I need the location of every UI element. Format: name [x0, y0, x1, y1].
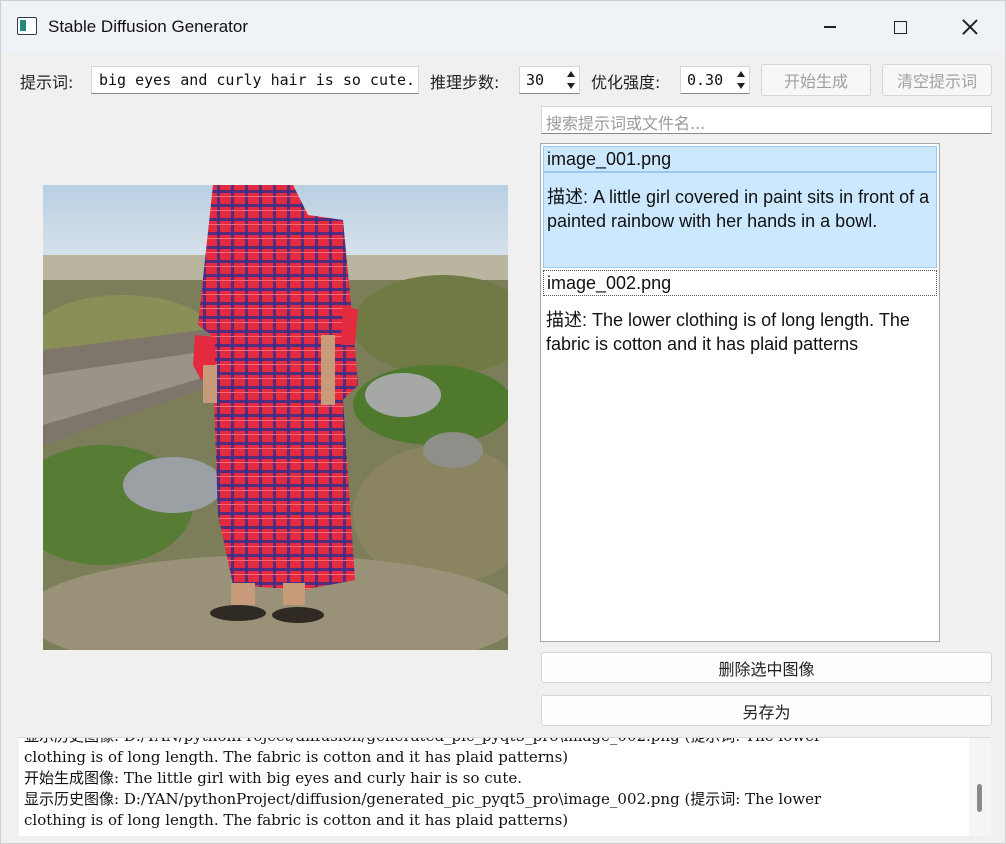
prompt-label: 提示词: [20, 73, 74, 92]
minimize-button[interactable] [795, 1, 865, 53]
log-line: clothing is of long length. The fabric i… [24, 748, 569, 766]
close-button[interactable] [935, 1, 1005, 53]
app-window-icon [17, 17, 37, 35]
list-item-description[interactable]: 描述: The lower clothing is of long length… [543, 296, 937, 368]
list-item-description[interactable]: 描述: A little girl covered in paint sits … [543, 172, 937, 268]
arrow-up-icon [737, 71, 745, 77]
steps-spinbox[interactable]: 30 [519, 66, 580, 94]
list-item-filename[interactable]: image_002.png [543, 270, 937, 296]
generated-image [43, 185, 508, 650]
strength-up-button[interactable] [734, 68, 748, 80]
minimize-icon [824, 26, 836, 28]
image-preview [43, 185, 508, 650]
maximize-icon [893, 20, 907, 34]
log-line: clothing is of long length. The fabric i… [24, 811, 569, 829]
history-list[interactable]: image_001.png 描述: A little girl covered … [540, 143, 940, 642]
save-as-button[interactable]: 另存为 [541, 695, 992, 726]
strength-down-button[interactable] [734, 80, 748, 92]
main-window: Stable Diffusion Generator 提示词: big eyes… [0, 0, 1006, 844]
arrow-down-icon [737, 83, 745, 89]
steps-label: 推理步数: [430, 73, 500, 92]
log-output[interactable]: 显示历史图像: D:/YAN/pythonProject/diffusion/g… [19, 737, 991, 836]
strength-stepper[interactable] [734, 68, 748, 92]
log-line: 开始生成图像: The little girl with big eyes an… [24, 769, 522, 787]
delete-selected-button[interactable]: 删除选中图像 [541, 652, 992, 683]
generate-button[interactable]: 开始生成 [761, 64, 871, 96]
maximize-button[interactable] [865, 1, 935, 53]
steps-up-button[interactable] [564, 68, 578, 80]
search-input[interactable]: 搜索提示词或文件名... [541, 106, 992, 134]
arrow-down-icon [567, 83, 575, 89]
log-text: 显示历史图像: D:/YAN/pythonProject/diffusion/g… [24, 738, 964, 831]
steps-down-button[interactable] [564, 80, 578, 92]
list-item-filename[interactable]: image_001.png [543, 146, 937, 172]
log-line: 显示历史图像: D:/YAN/pythonProject/diffusion/g… [24, 790, 822, 808]
strength-value: 0.30 [687, 71, 724, 89]
title-bar[interactable]: Stable Diffusion Generator [1, 1, 1005, 53]
arrow-up-icon [567, 71, 575, 77]
clear-prompt-button[interactable]: 清空提示词 [882, 64, 992, 96]
strength-label: 优化强度: [591, 73, 661, 92]
log-line: 显示历史图像: D:/YAN/pythonProject/diffusion/g… [24, 738, 964, 747]
steps-value: 30 [526, 71, 545, 89]
log-scrollbar[interactable] [969, 738, 991, 836]
prompt-input[interactable]: big eyes and curly hair is so cute. [91, 66, 419, 94]
steps-stepper[interactable] [564, 68, 578, 92]
window-title: Stable Diffusion Generator [48, 17, 249, 36]
scrollbar-thumb[interactable] [977, 784, 982, 812]
strength-spinbox[interactable]: 0.30 [680, 66, 750, 94]
close-icon [962, 19, 978, 35]
